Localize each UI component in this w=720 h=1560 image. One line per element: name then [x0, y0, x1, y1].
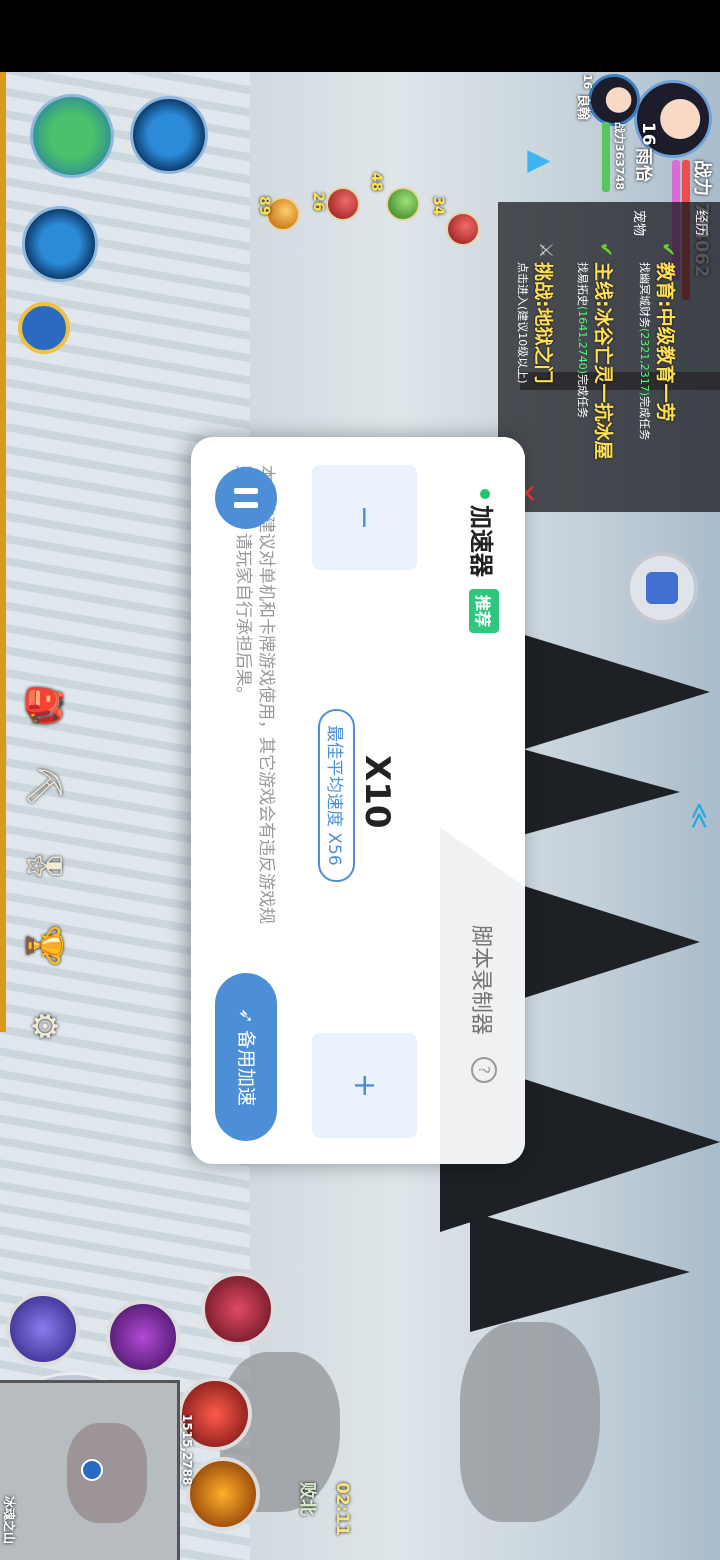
player-name: 雨怡 [633, 148, 653, 182]
pet-power: 战力363748 [613, 122, 626, 190]
pet-name: 良翰 [575, 94, 590, 121]
mount-button[interactable] [22, 206, 98, 282]
auto-battle-button[interactable] [130, 96, 208, 174]
pet-hp-bar [602, 122, 610, 192]
potion-count: 26 [310, 192, 326, 212]
help-icon[interactable]: ? [471, 1057, 497, 1083]
backup-label: 备用加速 [235, 1029, 257, 1106]
check-icon: ✔ [595, 242, 616, 258]
pet-avatar[interactable] [588, 74, 640, 126]
medal-icon[interactable]: 🎖 [20, 842, 68, 890]
avg-speed-pill: 最佳平均速度 X56 [318, 709, 355, 882]
potion-count: 89 [256, 196, 272, 216]
skill-icon[interactable] [201, 1272, 275, 1346]
tab-accelerator[interactable]: 加速器 推荐 [440, 437, 525, 887]
speed-value: X10 [357, 755, 397, 829]
floating-tool-icon[interactable] [626, 552, 698, 624]
plus-button[interactable]: + [312, 1033, 417, 1138]
quest-sub: 找幽冥城财务(2321,2317)完成任务 [638, 262, 651, 441]
map-name: 冰魂之山 [2, 1496, 16, 1545]
minus-button[interactable]: − [312, 465, 417, 570]
rocket-icon: ➶ [235, 1008, 257, 1030]
screen: 战力 744062 16 雨怡 战力363748 16 良翰 经历 宠物 ✔ 教… [0, 0, 720, 1560]
player-avatar[interactable] [634, 80, 712, 158]
dialog-tabbar: 加速器 推荐 脚本录制器 ? [440, 437, 525, 1164]
warning-note: 本加速建议对单机和卡牌游戏使用，其它游戏会有违反游戏规则风险，请玩家自行承担后果… [233, 465, 276, 924]
refresh-button[interactable] [30, 94, 114, 178]
gear-icon[interactable]: ⚙ [20, 1002, 68, 1050]
potion-icon[interactable] [446, 212, 480, 246]
chevron-icon[interactable]: ≪ [684, 802, 714, 829]
backup-accelerate-button[interactable]: ➶ 备用加速 [215, 973, 277, 1141]
player-level: 16 [638, 122, 658, 146]
rock [460, 1322, 600, 1522]
pickaxe-icon[interactable]: ⛏ [20, 762, 68, 810]
quest-tab-pet[interactable]: 宠物 [631, 210, 650, 236]
quest-item[interactable]: 教育:中级教育一劳 找幽冥城财务(2321,2317)完成任务 [637, 262, 680, 440]
skill-icon[interactable] [6, 1292, 80, 1366]
quest-item[interactable]: 主线:冰谷亡灵一抗冰屋 找易拓史(1641,2740)完成任务 [575, 262, 618, 460]
pine-tree [470, 1212, 690, 1332]
quest-sub: 点击进入(建议10级以上) [516, 262, 529, 384]
coords: 1515,2788 [180, 1414, 194, 1486]
accelerator-dialog: 加速器 推荐 脚本录制器 ? − X10 最佳平均速度 X56 + 本加速建议对… [191, 437, 525, 1164]
quest-panel[interactable]: 经历 宠物 ✔ 教育:中级教育一劳 找幽冥城财务(2321,2317)完成任务 … [498, 202, 720, 512]
defeat-label: 败北 [297, 1482, 317, 1516]
quest-tab-history[interactable]: 经历 [693, 210, 712, 236]
skill-icon[interactable] [106, 1300, 180, 1374]
potion-icon[interactable] [386, 187, 420, 221]
dialog-title: 加速器 [467, 505, 495, 577]
script-recorder-label: 脚本录制器 [468, 925, 493, 1036]
quest-item[interactable]: 挑战:地狱之门 点击进入(建议10级以上) [515, 262, 558, 384]
quest-title: 挑战:地狱之门 [532, 262, 554, 384]
trophy-icon[interactable]: 🏆 [20, 922, 68, 970]
potion-count: 48 [368, 172, 384, 192]
exp-bar [0, 72, 6, 1032]
status-dot [480, 489, 490, 499]
player-marker-icon [81, 1459, 103, 1481]
quest-title: 教育:中级教育一劳 [654, 262, 676, 422]
bag-icon[interactable]: 🎒 [20, 682, 68, 730]
quest-sub: 找易拓史(1641,2740)完成任务 [576, 262, 589, 419]
collapse-arrow-icon[interactable]: ▲ [523, 150, 558, 173]
pause-button[interactable] [215, 467, 277, 529]
recommend-tag: 推荐 [469, 589, 499, 634]
swords-icon: ⚔ [535, 242, 556, 259]
check-icon: ✔ [657, 242, 678, 258]
minimap[interactable] [0, 1380, 180, 1560]
pet-level: 16 [581, 74, 594, 90]
quest-title: 主线:冰谷亡灵一抗冰屋 [592, 262, 614, 460]
game-scene[interactable]: 战力 744062 16 雨怡 战力363748 16 良翰 经历 宠物 ✔ 教… [0, 72, 720, 1560]
skill-icon[interactable] [186, 1457, 260, 1531]
potion-icon[interactable] [326, 187, 360, 221]
potion-count: 34 [430, 196, 446, 216]
search-icon[interactable] [18, 302, 70, 354]
timer: 02:11 [332, 1482, 352, 1537]
